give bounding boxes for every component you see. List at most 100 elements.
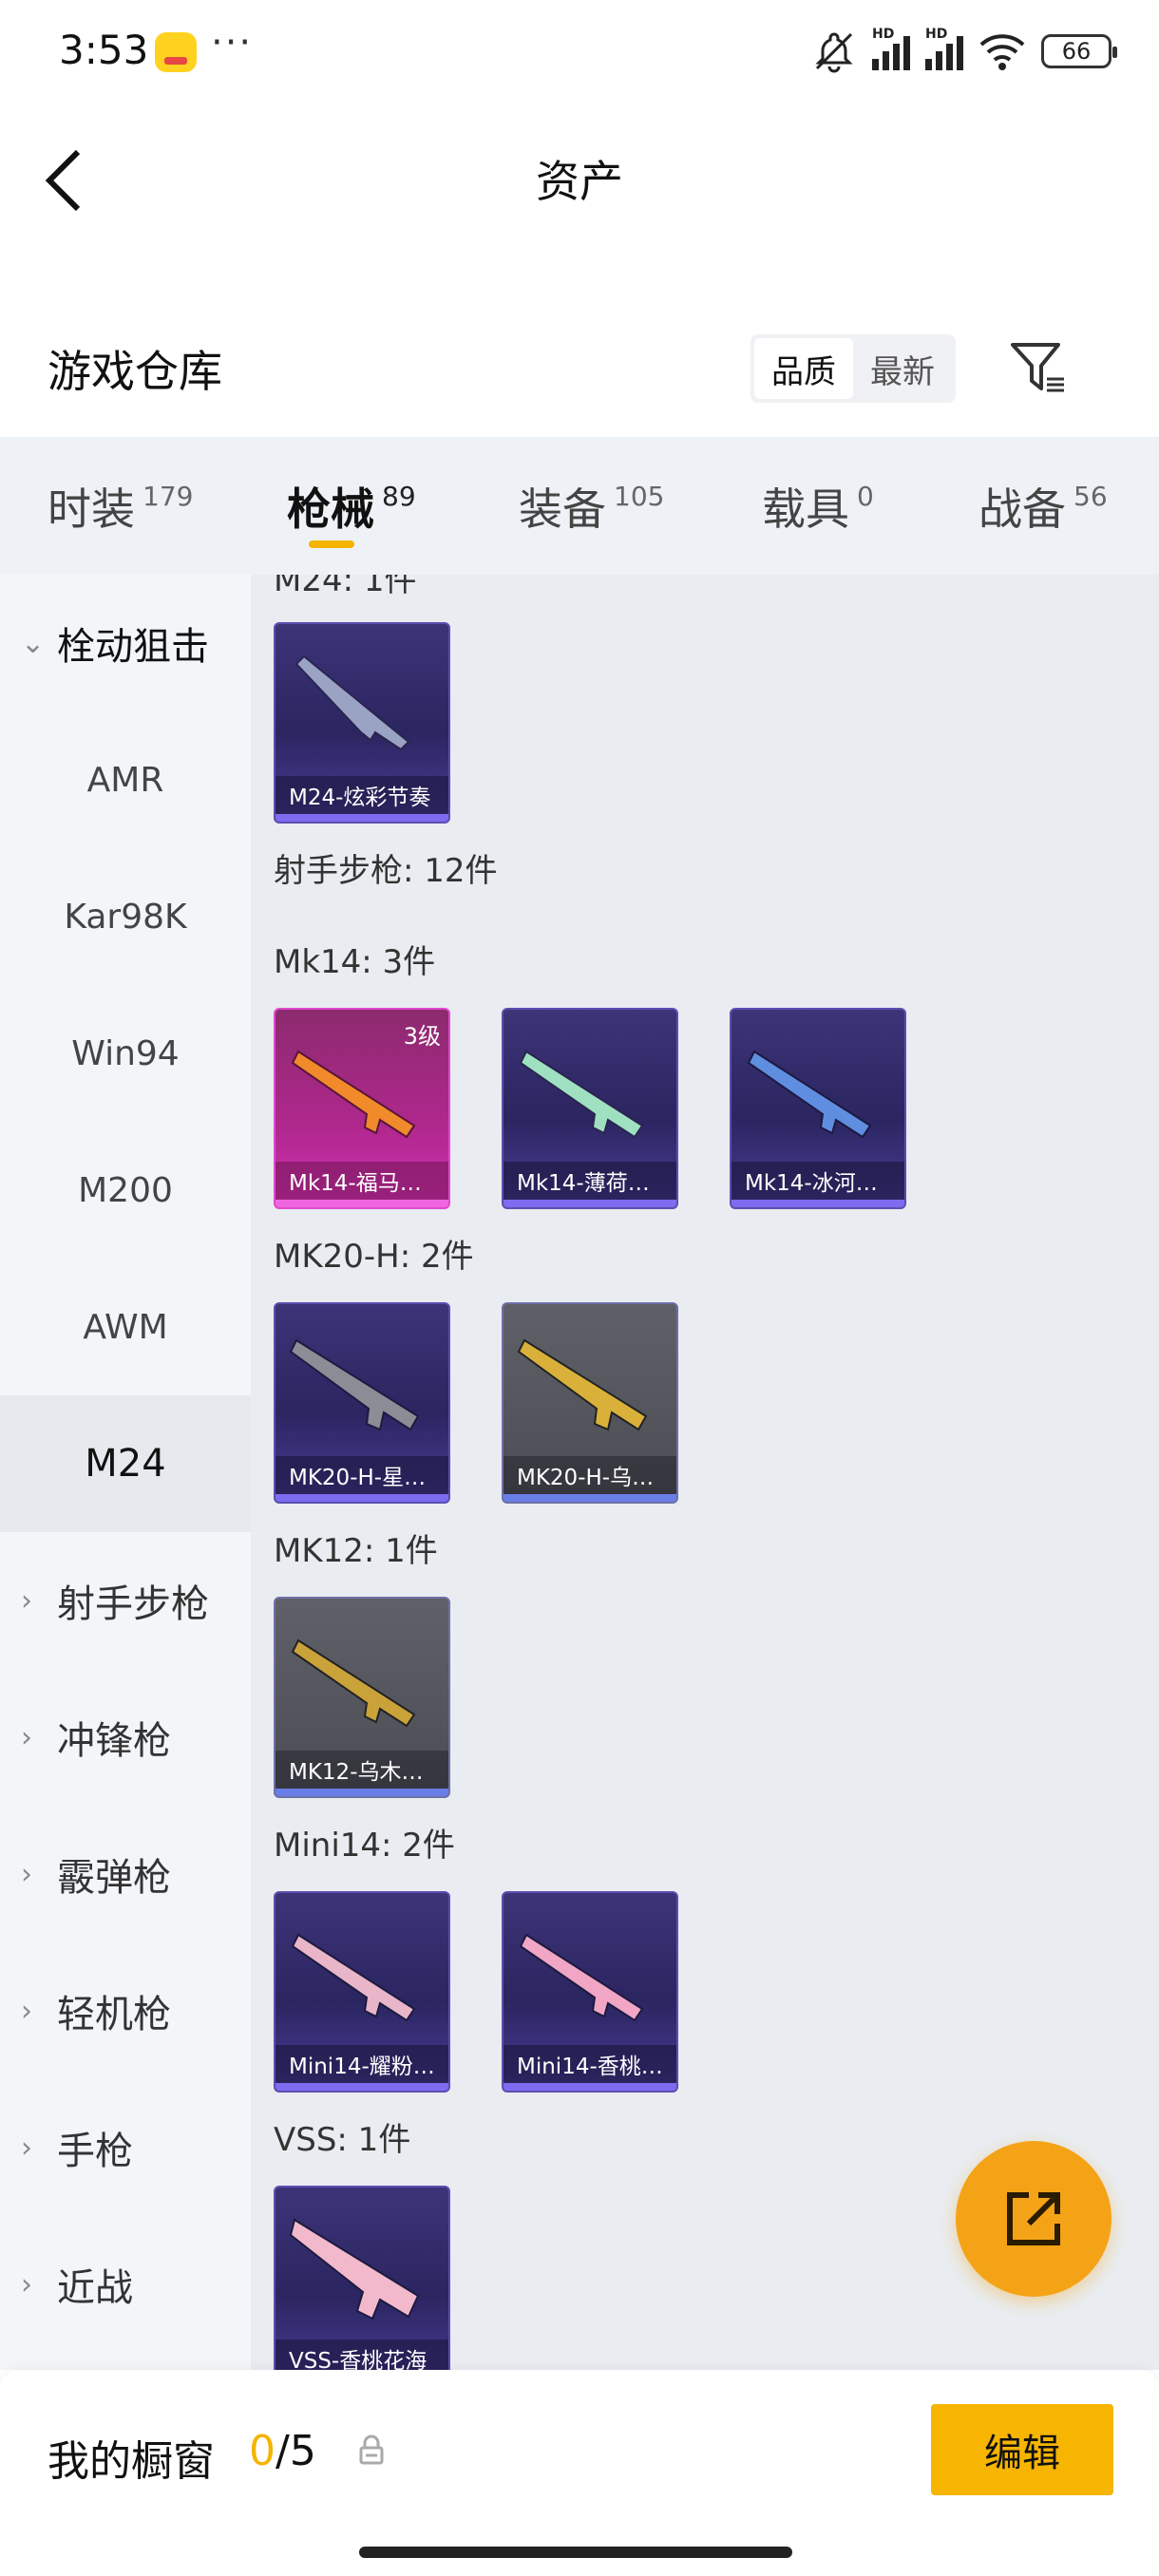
- tab-firearms[interactable]: 枪械 89: [287, 437, 416, 575]
- weapon-card[interactable]: M24-炫彩节奏: [274, 622, 450, 824]
- chevron-right-icon: ›: [21, 1720, 32, 1754]
- tab-label: 枪械: [287, 483, 374, 535]
- sidebar-item-amr[interactable]: AMR: [0, 711, 251, 848]
- sidebar-group-lmg[interactable]: › 轻机枪: [0, 1942, 251, 2079]
- sidebar-group-shotgun[interactable]: › 霰弹枪: [0, 1806, 251, 1942]
- rarity-bar: [504, 1200, 676, 1207]
- category-header-mini14: Mini14: 2件: [274, 1827, 455, 1865]
- active-tab-indicator: [308, 540, 354, 548]
- mute-icon: [815, 32, 853, 73]
- category-header-vss: VSS: 1件: [274, 2121, 411, 2159]
- sidebar-group-label: 轻机枪: [57, 1993, 171, 2036]
- home-indicator[interactable]: [359, 2547, 792, 2558]
- sidebar-group-dmr[interactable]: › 射手步枪: [0, 1532, 251, 1669]
- weapon-card[interactable]: 3级 Mk14-福马…: [274, 1008, 450, 1209]
- page-title: 资产: [536, 156, 623, 207]
- showcase-current: 0: [249, 2427, 276, 2475]
- rarity-bar: [504, 2083, 676, 2091]
- tab-count: 105: [614, 481, 665, 512]
- showcase-count: 0/5: [249, 2427, 316, 2475]
- sort-toggle: 品质 最新: [750, 334, 956, 403]
- top-navigation: 资产: [0, 104, 1159, 247]
- filter-button[interactable]: [1007, 337, 1068, 398]
- battery-icon: 66: [1041, 34, 1117, 68]
- filter-icon: [1011, 343, 1064, 392]
- tab-count: 0: [857, 481, 874, 512]
- tab-fashion[interactable]: 时装 179: [48, 437, 193, 575]
- category-tabs: 时装 179 枪械 89 装备 105 载具 0 战备 56: [0, 437, 1159, 575]
- category-header-mk20h: MK20-H: 2件: [274, 1238, 474, 1276]
- tab-label: 战备: [978, 483, 1066, 535]
- sidebar-group-label: 冲锋枪: [57, 1719, 171, 1763]
- weapon-card[interactable]: Mini14-耀粉…: [274, 1891, 450, 2093]
- lock-icon: [359, 2434, 384, 2465]
- chevron-right-icon: ›: [21, 1994, 32, 2028]
- rifle-icon: [747, 1050, 872, 1139]
- sidebar-item-awm[interactable]: AWM: [0, 1259, 251, 1395]
- warehouse-header: 游戏仓库 品质 最新: [0, 313, 1159, 427]
- chevron-right-icon: ›: [21, 2267, 32, 2301]
- category-header-m24: M24: 1件: [274, 575, 417, 599]
- edit-button[interactable]: 编辑: [931, 2404, 1113, 2495]
- tab-count: 179: [142, 481, 194, 512]
- weapon-card[interactable]: MK20-H-乌…: [502, 1302, 678, 1504]
- weapon-card[interactable]: Mk14-冰河…: [730, 1008, 906, 1209]
- sidebar-item-kar98k[interactable]: Kar98K: [0, 848, 251, 985]
- weapon-name: Mini14-耀粉…: [276, 2045, 448, 2083]
- sidebar-group-label: 手枪: [57, 2130, 133, 2173]
- wifi-icon: [979, 34, 1025, 70]
- rifle-icon: [291, 1933, 416, 2022]
- weapon-name: VSS-香桃花海: [276, 2339, 448, 2370]
- sidebar-group-bolt-action[interactable]: ⌄ 栓动狙击: [0, 575, 251, 711]
- chevron-right-icon: ›: [21, 2131, 32, 2165]
- weapon-name: MK20-H-星…: [276, 1456, 448, 1494]
- sidebar-item-m24[interactable]: M24: [0, 1395, 251, 1532]
- sidebar-item-m200[interactable]: M200: [0, 1122, 251, 1259]
- rifle-icon: [519, 1933, 644, 2022]
- weapon-card[interactable]: VSS-香桃花海: [274, 2186, 450, 2370]
- category-header-mk12: MK12: 1件: [274, 1532, 438, 1570]
- tab-label: 载具: [762, 483, 849, 535]
- sort-by-quality-button[interactable]: 品质: [754, 338, 853, 399]
- more-notifications-icon: ···: [211, 21, 254, 65]
- weapon-level: 3级: [403, 1023, 441, 1050]
- weapon-card[interactable]: Mini14-香桃…: [502, 1891, 678, 2093]
- weapon-name: Mini14-香桃…: [504, 2045, 676, 2083]
- chevron-down-icon: ⌄: [21, 626, 46, 660]
- sort-by-newest-button[interactable]: 最新: [853, 338, 952, 399]
- rifle-icon: [517, 1338, 648, 1431]
- rifle-icon: [289, 1338, 420, 1431]
- signal-icon-1: HD: [872, 27, 910, 70]
- chevron-right-icon: ›: [21, 1583, 32, 1618]
- sidebar-group-smg[interactable]: › 冲锋枪: [0, 1669, 251, 1806]
- rarity-bar: [276, 2083, 448, 2091]
- weapon-card[interactable]: MK20-H-星…: [274, 1302, 450, 1504]
- share-icon: [1007, 2192, 1060, 2245]
- sidebar-group-pistol[interactable]: › 手枪: [0, 2079, 251, 2216]
- weapon-name: Mk14-福马…: [276, 1162, 448, 1200]
- tab-vehicles[interactable]: 载具 0: [762, 437, 874, 575]
- tab-supplies[interactable]: 战备 56: [978, 437, 1108, 575]
- weapon-card[interactable]: MK12-乌木…: [274, 1597, 450, 1798]
- sidebar-group-melee[interactable]: › 近战: [0, 2216, 251, 2353]
- weapon-name: Mk14-冰河…: [732, 1162, 904, 1200]
- weapon-name: M24-炫彩节奏: [276, 776, 448, 814]
- share-button[interactable]: [956, 2141, 1112, 2297]
- showcase-label: 我的橱窗: [48, 2437, 215, 2486]
- tab-equipment[interactable]: 装备 105: [519, 437, 664, 575]
- tab-count: 56: [1074, 481, 1108, 512]
- sidebar-group-label: 霰弹枪: [57, 1856, 171, 1900]
- tab-label: 装备: [519, 483, 606, 535]
- rarity-bar: [504, 1494, 676, 1502]
- showcase-total: 5: [289, 2427, 316, 2475]
- tab-count: 89: [382, 481, 416, 512]
- showcase-separator: /: [276, 2427, 290, 2475]
- category-header-dmr: 射手步枪: 12件: [274, 852, 498, 890]
- sidebar-item-win94[interactable]: Win94: [0, 985, 251, 1122]
- rarity-bar: [276, 1494, 448, 1502]
- weapon-category-sidebar: ⌄ 栓动狙击 AMR Kar98K Win94 M200 AWM M24 › 射…: [0, 575, 251, 2370]
- weapon-card[interactable]: Mk14-薄荷…: [502, 1008, 678, 1209]
- rifle-icon: [291, 1638, 416, 1728]
- weapon-name: Mk14-薄荷…: [504, 1162, 676, 1200]
- status-bar: 3:53 ··· HD HD 66: [0, 0, 1159, 104]
